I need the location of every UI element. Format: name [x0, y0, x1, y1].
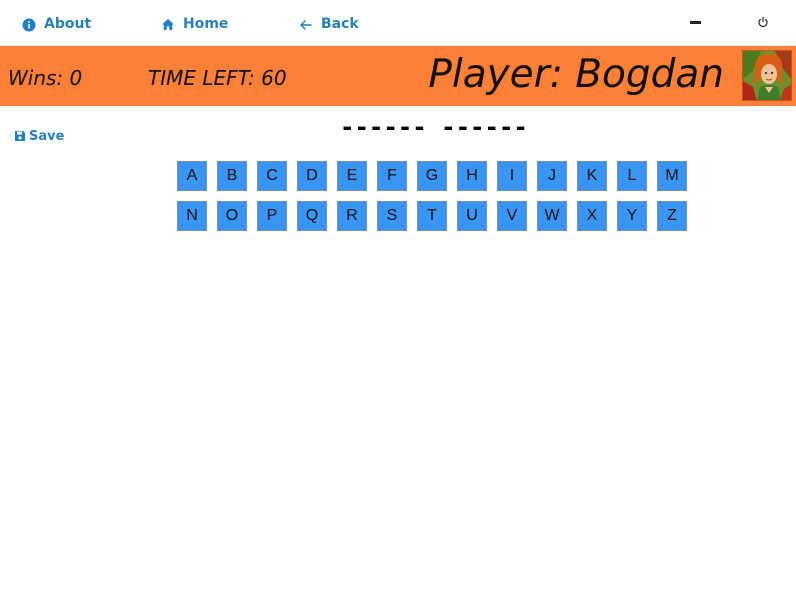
letter-key-h[interactable]: H: [457, 161, 487, 191]
letter-key-u[interactable]: U: [457, 201, 487, 231]
about-nav-button[interactable]: About: [22, 14, 91, 34]
time-left-counter: TIME LEFT: 60: [148, 66, 287, 90]
info-icon: [22, 18, 36, 32]
top-nav-bar: About Home Back: [0, 0, 796, 46]
letter-key-s[interactable]: S: [377, 201, 407, 231]
home-nav-button[interactable]: Home: [161, 14, 228, 34]
letter-keyboard: A B C D E F G H I J K L M N O P Q R S T …: [177, 161, 697, 241]
back-label: Back: [321, 16, 359, 32]
floppy-disk-icon: [14, 127, 26, 146]
letter-key-p[interactable]: P: [257, 201, 287, 231]
letter-key-e[interactable]: E: [337, 161, 367, 191]
arrow-left-icon: [299, 19, 313, 31]
save-label: Save: [29, 129, 65, 144]
keyboard-row-2: N O P Q R S T U V W X Y Z: [177, 201, 697, 231]
letter-key-g[interactable]: G: [417, 161, 447, 191]
status-bar: Wins: 0 TIME LEFT: 60 Player: Bogdan: [0, 46, 796, 106]
letter-key-z[interactable]: Z: [657, 201, 687, 231]
home-label: Home: [183, 16, 229, 32]
letter-key-l[interactable]: L: [617, 161, 647, 191]
letter-key-r[interactable]: R: [337, 201, 367, 231]
power-icon: [757, 13, 769, 32]
letter-key-m[interactable]: M: [657, 161, 687, 191]
letter-key-o[interactable]: O: [217, 201, 247, 231]
letter-key-j[interactable]: J: [537, 161, 567, 191]
player-name: Player: Bogdan: [428, 52, 724, 97]
letter-key-f[interactable]: F: [377, 161, 407, 191]
letter-key-b[interactable]: B: [217, 161, 247, 191]
keyboard-row-1: A B C D E F G H I J K L M: [177, 161, 697, 191]
letter-key-k[interactable]: K: [577, 161, 607, 191]
letter-key-a[interactable]: A: [177, 161, 207, 191]
letter-key-i[interactable]: I: [497, 161, 527, 191]
about-label: About: [44, 16, 92, 32]
letter-key-v[interactable]: V: [497, 201, 527, 231]
letter-key-n[interactable]: N: [177, 201, 207, 231]
letter-key-w[interactable]: W: [537, 201, 567, 231]
wins-counter: Wins: 0: [8, 66, 83, 90]
letter-key-c[interactable]: C: [257, 161, 287, 191]
letter-key-q[interactable]: Q: [297, 201, 327, 231]
back-nav-button[interactable]: Back: [299, 14, 359, 34]
home-icon: [161, 18, 175, 31]
masked-word: ------ ------: [340, 113, 528, 141]
minimize-button[interactable]: [685, 12, 705, 32]
save-button[interactable]: Save: [14, 127, 64, 146]
letter-key-t[interactable]: T: [417, 201, 447, 231]
letter-key-x[interactable]: X: [577, 201, 607, 231]
player-avatar: [742, 50, 792, 101]
letter-key-d[interactable]: D: [297, 161, 327, 191]
power-button[interactable]: [753, 12, 773, 32]
minimize-icon: [689, 20, 701, 24]
letter-key-y[interactable]: Y: [617, 201, 647, 231]
